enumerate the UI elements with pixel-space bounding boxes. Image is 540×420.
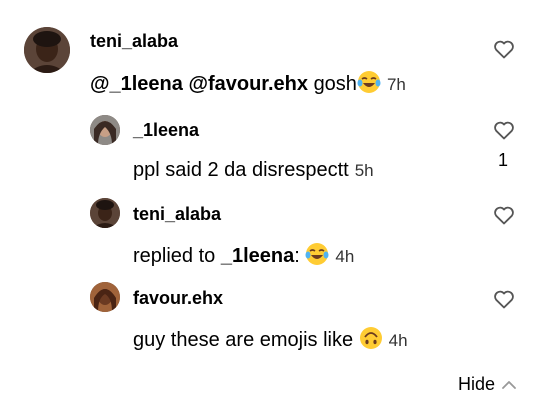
heart-outline-icon[interactable] — [492, 287, 516, 311]
reply-text: ppl said 2 da disrespectt 5h — [133, 159, 374, 182]
upside-down-face-emoji — [359, 326, 383, 350]
avatar[interactable] — [24, 27, 70, 73]
hide-replies-button[interactable]: Hide — [458, 374, 517, 395]
comment-username[interactable]: teni_alaba — [90, 31, 178, 52]
comment-text: @_1leena @favour.ehx gosh 7h — [90, 70, 406, 96]
reply-body: ppl said 2 da disrespectt — [133, 159, 349, 181]
avatar[interactable] — [90, 282, 120, 312]
reply-body: guy these are emojis like — [133, 329, 354, 351]
heart-outline-icon[interactable] — [492, 37, 516, 61]
chevron-up-icon — [502, 380, 516, 389]
mention-link[interactable]: @favour.ehx — [188, 73, 308, 95]
reply-suffix: : — [294, 245, 300, 267]
avatar[interactable] — [90, 115, 120, 145]
reply-text: replied to _1leena: 4h — [133, 242, 354, 268]
reply-time: 5h — [354, 161, 374, 180]
tears-of-joy-emoji — [305, 242, 329, 266]
comment-time: 7h — [386, 75, 406, 94]
reply-username[interactable]: teni_alaba — [133, 204, 221, 225]
reply-time: 4h — [388, 331, 408, 350]
hide-label: Hide — [458, 374, 496, 394]
reply-prefix: replied to — [133, 245, 221, 267]
reply-time: 4h — [335, 247, 355, 266]
reply-username[interactable]: favour.ehx — [133, 288, 223, 309]
comment-body: gosh — [313, 73, 357, 95]
tears-of-joy-emoji — [357, 70, 381, 94]
avatar[interactable] — [90, 198, 120, 228]
reply-username[interactable]: _1leena — [133, 120, 199, 141]
reply-text: guy these are emojis like 4h — [133, 326, 408, 352]
like-count: 1 — [498, 150, 509, 170]
heart-outline-icon[interactable] — [492, 118, 516, 142]
mention-link[interactable]: @_1leena — [90, 73, 183, 95]
heart-outline-icon[interactable] — [492, 203, 516, 227]
mention-link[interactable]: _1leena — [221, 245, 294, 267]
